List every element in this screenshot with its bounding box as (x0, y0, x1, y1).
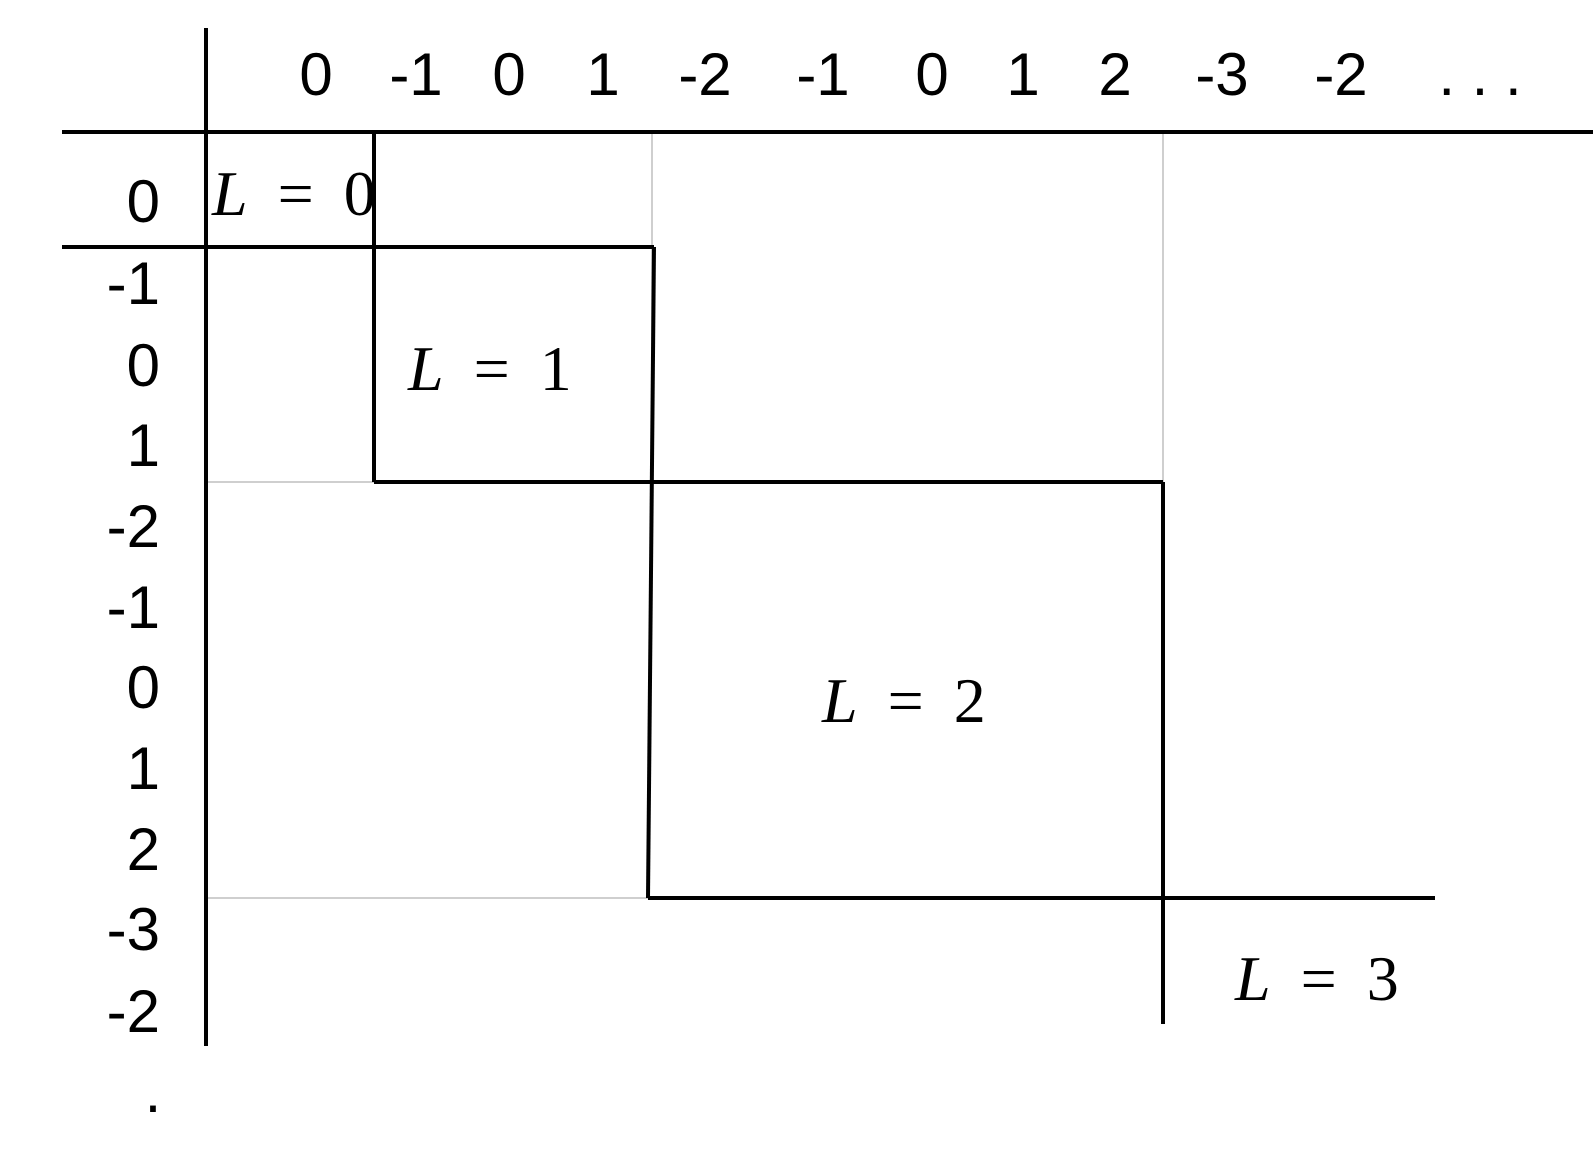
block-label-relation: = (1301, 943, 1337, 1014)
block-label-L3: L = 3 (1234, 943, 1399, 1014)
block-label-value: 3 (1367, 943, 1399, 1014)
block-label-L1: L = 1 (407, 333, 572, 404)
col-tick: -1 (796, 41, 849, 108)
col-tick: 0 (915, 41, 948, 108)
col-tick: -2 (678, 41, 731, 108)
block-labels: L = 0 L = 1 L = 2 L = 3 (211, 158, 1399, 1014)
row-tick: -3 (107, 896, 160, 963)
column-header: 0 -1 0 1 -2 -1 0 1 2 -3 -2 . . . (299, 41, 1521, 108)
row-tick: -1 (107, 574, 160, 641)
row-tick: 0 (127, 332, 160, 399)
block-label-value: 1 (540, 333, 572, 404)
block-label-value: 0 (344, 158, 376, 229)
row-tick: 0 (127, 168, 160, 235)
col-continuation: . . . (1438, 41, 1521, 108)
block-label-relation: = (888, 665, 924, 736)
block-label-variable: L (821, 665, 858, 736)
row-tick: -2 (107, 493, 160, 560)
block-label-variable: L (211, 158, 248, 229)
block-boundaries (62, 132, 1435, 1024)
block-label-value: 2 (954, 665, 986, 736)
col-tick: -1 (389, 41, 442, 108)
block-label-variable: L (1234, 943, 1271, 1014)
row-header: 0 -1 0 1 -2 -1 0 1 2 -3 -2 . (107, 168, 162, 1125)
block-label-relation: = (278, 158, 314, 229)
col-tick: -2 (1314, 41, 1367, 108)
block-label-variable: L (407, 333, 444, 404)
block-label-relation: = (474, 333, 510, 404)
block-diagonal-diagram: 0 -1 0 1 -2 -1 0 1 2 -3 -2 . . . 0 -1 0 … (62, 28, 1593, 1125)
col-tick: 0 (299, 41, 332, 108)
row-continuation: . (145, 1058, 162, 1125)
col-tick: 1 (1006, 41, 1039, 108)
block-label-L2: L = 2 (821, 665, 986, 736)
col-tick: 0 (492, 41, 525, 108)
row-tick: -1 (107, 250, 160, 317)
col-tick: 1 (586, 41, 619, 108)
row-tick: 0 (127, 654, 160, 721)
col-tick: -3 (1195, 41, 1248, 108)
col-tick: 2 (1098, 41, 1131, 108)
row-tick: 1 (127, 412, 160, 479)
block-label-L0: L = 0 (211, 158, 376, 229)
row-tick: -2 (107, 978, 160, 1045)
row-tick: 1 (127, 735, 160, 802)
row-tick: 2 (127, 816, 160, 883)
